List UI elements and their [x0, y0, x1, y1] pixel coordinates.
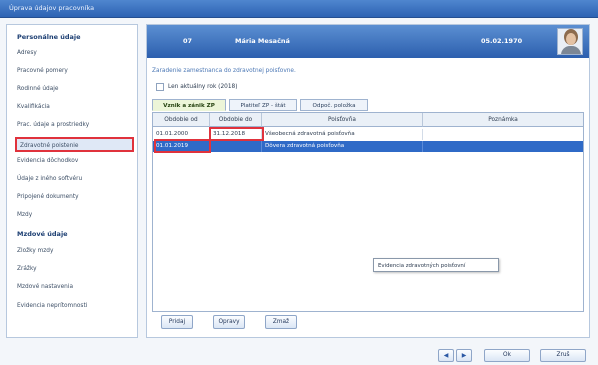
dialog-footer: ◀ ▶ Ok Zruš — [0, 340, 598, 365]
section-headline: Zaradenie zamestnanca do zdravotnej pois… — [152, 68, 296, 74]
sidebar-item-health-insurance[interactable]: Zdravotné poistenie — [15, 137, 134, 152]
employee-birth-date: 05.02.1970 — [481, 37, 523, 45]
current-year-checkbox-label: Len aktuálny rok (2018) — [168, 84, 238, 90]
cell-insurer: Všeobecná zdravotná poisťovňa — [262, 129, 423, 140]
window-title: Úprava údajov pracovníka — [9, 4, 95, 12]
cell-to — [210, 141, 262, 152]
edit-button[interactable]: Opravy — [213, 315, 245, 329]
column-header-note[interactable]: Poznámka — [423, 113, 583, 127]
column-header-from[interactable]: Obdobie od — [153, 113, 210, 127]
tab-start-end-insurance[interactable]: Vznik a zánik ZP — [152, 99, 226, 111]
sidebar-item-qualification[interactable]: Kvalifikácia — [17, 104, 50, 110]
highlight-start-date — [154, 139, 211, 153]
delete-button[interactable]: Zmaž — [265, 315, 297, 329]
sidebar-item-pensions[interactable]: Evidencia dôchodkov — [17, 158, 78, 164]
insurer-registry-tooltip: Evidencia zdravotných poisťovní — [373, 258, 499, 272]
sidebar-section-payroll: Mzdové údaje — [17, 230, 68, 238]
sidebar-item-work-data[interactable]: Prac. údaje a prostriedky — [17, 122, 89, 128]
sidebar-item-other-software[interactable]: Údaje z iného softvéru — [17, 176, 82, 182]
employee-name: Mária Mesačná — [235, 37, 290, 45]
column-header-insurer[interactable]: Poisťovňa — [262, 113, 423, 127]
highlight-end-date — [209, 127, 264, 141]
current-year-checkbox[interactable] — [156, 83, 164, 91]
insurance-table: Obdobie od Obdobie do Poisťovňa Poznámka… — [152, 112, 584, 312]
cell-note — [423, 129, 583, 140]
sidebar-item-absence[interactable]: Evidencia neprítomnosti — [17, 303, 87, 309]
sidebar-item-wages[interactable]: Mzdy — [17, 212, 32, 218]
sidebar-item-addresses[interactable]: Adresy — [17, 50, 37, 56]
sidebar-item-family[interactable]: Rodinné údaje — [17, 86, 58, 92]
sidebar-item-documents[interactable]: Pripojené dokumenty — [17, 194, 79, 200]
sidebar-section-personal: Personálne údaje — [17, 33, 81, 41]
content-panel: 07 Mária Mesačná 05.02.1970 Zaradenie za… — [146, 24, 590, 338]
cancel-button[interactable]: Zruš — [540, 349, 586, 362]
previous-record-icon[interactable]: ◀ — [438, 349, 454, 362]
cell-insurer: Dôvera zdravotná poisťovňa — [262, 141, 423, 152]
sidebar-item-wage-components[interactable]: Zložky mzdy — [17, 248, 53, 254]
sidebar: Personálne údaje Adresy Pracovné pomery … — [6, 24, 138, 338]
avatar-body-icon — [561, 46, 581, 54]
table-row-selected[interactable]: 01.01.2019 Dôvera zdravotná poisťovňa — [153, 141, 583, 152]
employee-header: 07 Mária Mesačná 05.02.1970 — [147, 25, 589, 58]
sidebar-item-work-contracts[interactable]: Pracovné pomery — [17, 68, 68, 74]
tab-deductible-item[interactable]: Odpoč. položka — [300, 99, 368, 111]
cell-note — [423, 141, 583, 152]
ok-button[interactable]: Ok — [484, 349, 530, 362]
sidebar-item-deductions[interactable]: Zrážky — [17, 266, 37, 272]
next-record-icon[interactable]: ▶ — [456, 349, 472, 362]
employee-number: 07 — [183, 37, 193, 45]
tab-state-payer[interactable]: Platiteľ ZP - štát — [229, 99, 297, 111]
add-button[interactable]: Pridaj — [161, 315, 193, 329]
window-titlebar: Úprava údajov pracovníka — [0, 0, 598, 18]
column-header-to[interactable]: Obdobie do — [210, 113, 262, 127]
sidebar-item-payroll-settings[interactable]: Mzdové nastavenia — [17, 284, 73, 290]
avatar — [557, 28, 583, 55]
avatar-head-icon — [566, 33, 576, 45]
